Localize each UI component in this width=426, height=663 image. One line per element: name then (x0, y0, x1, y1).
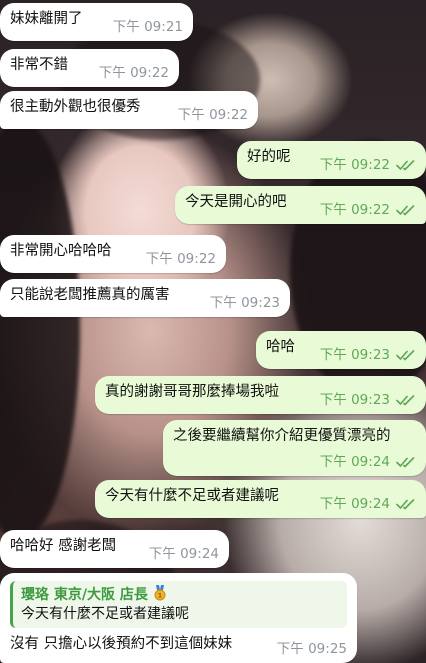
message-text: 真的謝謝哥哥那麼捧場我啦 (105, 384, 279, 400)
message-text: 非常不錯 (10, 57, 68, 73)
message-bubble-incoming[interactable]: 瓔珞 東京/大阪 店長 1 今天有什麼不足或者建議呢 沒有 只擔心以後預約不到這… (0, 573, 357, 663)
double-check-icon (396, 395, 415, 406)
message-text: 非常開心哈哈哈 (10, 243, 112, 259)
message-bubble-outgoing[interactable]: 今天有什麼不足或者建議呢 下午 09:24 (95, 480, 426, 518)
double-check-icon (396, 350, 415, 361)
reply-author-name: 瓔珞 東京/大阪 店長 (21, 587, 148, 603)
double-check-icon (396, 457, 415, 468)
message-time: 下午 09:23 (209, 295, 280, 311)
svg-text:1: 1 (158, 593, 162, 600)
message-time: 下午 09:23 (319, 392, 390, 408)
message-time: 下午 09:22 (319, 202, 390, 218)
double-check-icon (396, 205, 415, 216)
message-time: 下午 09:21 (112, 19, 183, 35)
message-text: 哈哈好 感謝老闆 (10, 538, 117, 554)
message-bubble-outgoing[interactable]: 今天是開心的吧 下午 09:22 (175, 186, 426, 224)
message-text: 好的呢 (247, 149, 291, 165)
message-text: 之後要繼續幫你介紹更優質漂亮的 (173, 428, 391, 444)
message-text: 哈哈 (266, 339, 295, 355)
medal-icon: 1 (154, 585, 166, 601)
message-bubble-incoming[interactable]: 只能說老闆推薦真的厲害 下午 09:23 (0, 279, 290, 317)
message-time: 下午 09:22 (145, 251, 216, 267)
message-text: 今天是開心的吧 (185, 194, 287, 210)
message-text: 沒有 只擔心以後預約不到這個妹妹 (10, 636, 233, 652)
message-time: 下午 09:24 (148, 546, 219, 562)
reply-quoted-text: 今天有什麼不足或者建議呢 (21, 606, 189, 622)
double-check-icon (396, 499, 415, 510)
message-bubble-incoming[interactable]: 妹妹離開了 下午 09:21 (0, 3, 193, 41)
message-time: 下午 09:22 (177, 107, 248, 123)
message-time: 下午 09:23 (319, 347, 390, 363)
message-text: 很主動外觀也很優秀 (10, 99, 141, 115)
message-bubble-outgoing[interactable]: 之後要繼續幫你介紹更優質漂亮的 下午 09:24 (163, 420, 426, 476)
message-bubble-incoming[interactable]: 非常開心哈哈哈 下午 09:22 (0, 235, 226, 273)
message-bubble-incoming[interactable]: 哈哈好 感謝老闆 下午 09:24 (0, 530, 229, 568)
message-bubble-outgoing[interactable]: 真的謝謝哥哥那麼捧場我啦 下午 09:23 (95, 376, 426, 414)
message-bubble-incoming[interactable]: 非常不錯 下午 09:22 (0, 49, 179, 87)
reply-quote[interactable]: 瓔珞 東京/大阪 店長 1 今天有什麼不足或者建議呢 (10, 581, 347, 628)
message-bubble-outgoing[interactable]: 哈哈 下午 09:23 (256, 331, 426, 369)
message-time: 下午 09:25 (276, 641, 347, 657)
double-check-icon (396, 160, 415, 171)
message-text: 今天有什麼不足或者建議呢 (105, 488, 279, 504)
message-bubble-outgoing[interactable]: 好的呢 下午 09:22 (237, 141, 426, 179)
message-time: 下午 09:22 (319, 157, 390, 173)
message-text: 只能說老闆推薦真的厲害 (10, 287, 170, 303)
message-bubble-incoming[interactable]: 很主動外觀也很優秀 下午 09:22 (0, 91, 258, 129)
message-time: 下午 09:24 (319, 454, 390, 470)
message-time: 下午 09:22 (98, 65, 169, 81)
message-list[interactable]: 妹妹離開了 下午 09:21 非常不錯 下午 09:22 很主動外觀也很優秀 下… (0, 0, 426, 663)
message-time: 下午 09:24 (319, 496, 390, 512)
message-text: 妹妹離開了 (10, 11, 83, 27)
